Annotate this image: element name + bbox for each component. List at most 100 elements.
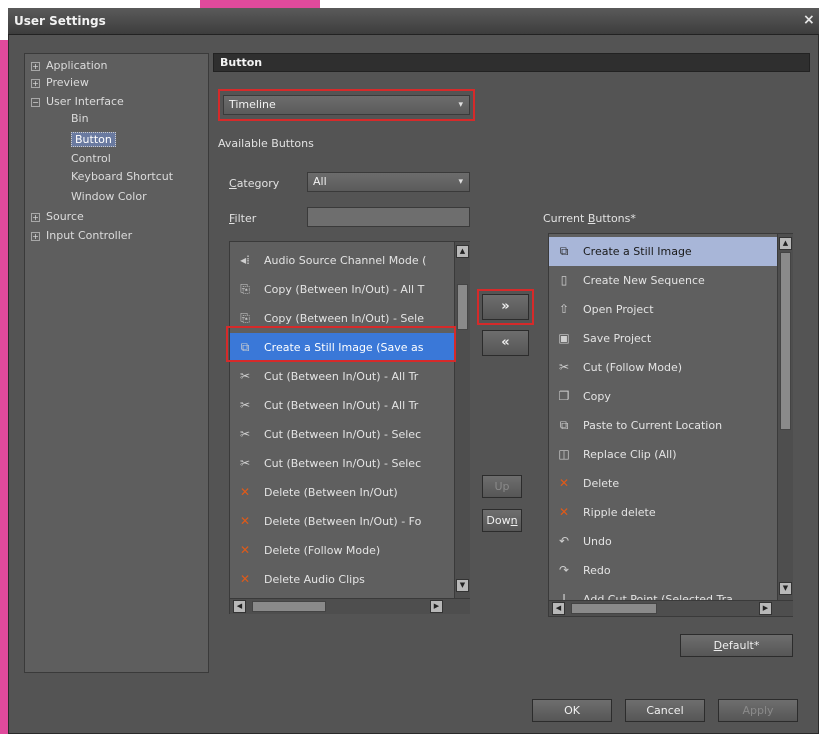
list-item-label: Create New Sequence — [583, 274, 705, 287]
available-buttons-list[interactable]: ✕ Delete Audio Clips ✕ Delete (Follow Mode)… — [229, 241, 470, 614]
available-list-hscrollbar[interactable]: ◀ ▶ — [230, 598, 470, 614]
move-down-accel: n — [510, 514, 518, 527]
list-item[interactable]: ◫ Replace Clip (All) — [549, 440, 777, 469]
current-list-vscrollbar[interactable]: ▲ ▼ — [777, 234, 793, 600]
list-item-label: Delete (Between In/Out) - Fo — [264, 515, 422, 528]
list-item[interactable]: ▯ Create New Sequence — [549, 266, 777, 295]
still-image-icon: ⧉ — [559, 244, 569, 258]
list-item[interactable]: ✕ Ripple delete — [549, 498, 777, 527]
scroll-left-icon[interactable]: ◀ — [552, 602, 565, 615]
tree-item-input-controller[interactable]: + Input Controller — [31, 227, 132, 244]
current-list-hscrollbar[interactable]: ◀ ▶ — [549, 600, 793, 616]
tree-item-source[interactable]: + Source — [31, 208, 84, 225]
selected-item-highlight — [226, 326, 456, 362]
list-item-label: Copy (Between In/Out) - All T — [264, 283, 425, 296]
new-sequence-icon: ▯ — [560, 273, 568, 287]
tree-item-user-interface[interactable]: − User Interface — [31, 93, 124, 110]
scroll-right-icon[interactable]: ▶ — [430, 600, 443, 613]
list-item[interactable]: ↶ Undo — [549, 527, 777, 556]
tree-item-application[interactable]: + Application — [31, 57, 107, 74]
cut-inout-sel-icon: ✂ — [239, 427, 251, 441]
category-select-value: All — [313, 175, 327, 188]
scroll-thumb[interactable] — [457, 284, 468, 330]
delete-icon: ✕ — [558, 476, 570, 490]
category-label-text: ategory — [236, 177, 280, 190]
tree-item-window-color[interactable]: Window Color — [71, 188, 147, 205]
scroll-up-icon[interactable]: ▲ — [779, 237, 792, 250]
scroll-down-icon[interactable]: ▼ — [456, 579, 469, 592]
tree-item-button[interactable]: Button — [71, 131, 116, 148]
default-label: efault* — [722, 639, 760, 652]
tree-item-preview[interactable]: + Preview — [31, 74, 89, 91]
undo-icon: ↶ — [558, 534, 570, 548]
list-item[interactable]: ⎘ Copy (Between In/Out) - All T — [230, 275, 454, 304]
expand-icon[interactable]: + — [31, 61, 40, 71]
scroll-up-icon[interactable]: ▲ — [456, 245, 469, 258]
scroll-thumb[interactable] — [571, 603, 657, 614]
category-select[interactable]: All ▾ — [307, 172, 470, 192]
remove-button[interactable]: « — [482, 330, 529, 356]
list-item[interactable]: ✕ Delete (Between In/Out) — [230, 478, 454, 507]
current-buttons-list[interactable]: ǀAdd Cut Point (Selected Tra↷Redo↶Undo✕R… — [548, 233, 793, 617]
window-title: User Settings — [14, 14, 106, 28]
list-item[interactable]: ❐ Copy — [549, 382, 777, 411]
list-item[interactable]: ⇧ Open Project — [549, 295, 777, 324]
list-item[interactable]: ⧉ Paste to Current Location — [549, 411, 777, 440]
list-item[interactable]: ✂ Cut (Between In/Out) - All Tr — [230, 362, 454, 391]
list-item[interactable]: ✕ Delete Audio Clips — [230, 565, 454, 594]
title-bar — [8, 8, 819, 35]
cut-icon: ✂ — [558, 360, 570, 374]
list-item[interactable]: ✕ Delete (Follow Mode) — [230, 536, 454, 565]
move-down-button[interactable]: Down — [482, 509, 522, 532]
tree-item-label: Preview — [46, 76, 89, 89]
list-item[interactable]: ◂⁞ Audio Source Channel Mode ( — [230, 246, 454, 275]
scroll-thumb[interactable] — [780, 252, 791, 430]
scroll-right-icon[interactable]: ▶ — [759, 602, 772, 615]
add-button-highlight — [477, 289, 534, 325]
settings-tree: + Application + Preview − User Interface Bin Bu… — [24, 53, 209, 673]
list-item[interactable]: ✂ Cut (Between In/Out) - Selec — [230, 449, 454, 478]
tree-item-label: Application — [46, 59, 108, 72]
scroll-thumb[interactable] — [252, 601, 326, 612]
available-list-vscrollbar[interactable]: ▲ ▼ — [454, 242, 470, 598]
ok-button[interactable]: OK — [532, 699, 612, 722]
list-item-label: Paste to Current Location — [583, 419, 723, 432]
default-button[interactable]: Default* — [680, 634, 793, 657]
tree-item-label: Window Color — [71, 190, 147, 203]
list-item[interactable]: ✂ Cut (Between In/Out) - Selec — [230, 420, 454, 449]
expand-icon[interactable]: + — [31, 78, 40, 88]
list-item-label: Ripple delete — [583, 506, 656, 519]
list-item[interactable]: ✕ Delete — [549, 469, 777, 498]
list-item-label: Cut (Follow Mode) — [583, 361, 683, 374]
expand-icon[interactable]: + — [31, 231, 40, 241]
tree-item-keyboard-shortcut[interactable]: Keyboard Shortcut — [71, 168, 173, 185]
list-item[interactable]: ⧉ Create a Still Image — [549, 237, 777, 266]
tree-item-bin[interactable]: Bin — [71, 110, 89, 127]
list-item[interactable]: ✂ Cut (Between In/Out) - All Tr — [230, 391, 454, 420]
collapse-icon[interactable]: − — [31, 97, 40, 107]
tree-item-label: Control — [71, 152, 111, 165]
list-item[interactable]: ✂ Cut (Follow Mode) — [549, 353, 777, 382]
scroll-left-icon[interactable]: ◀ — [233, 600, 246, 613]
list-item-label: Copy (Between In/Out) - Sele — [264, 312, 425, 325]
list-item[interactable]: ✕ Delete (Between In/Out) - Fo — [230, 507, 454, 536]
filter-label: Filter — [229, 212, 256, 225]
move-up-button[interactable]: Up — [482, 475, 522, 498]
list-item-label: Save Project — [583, 332, 652, 345]
speaker-icon: ◂⁞ — [240, 253, 250, 267]
save-project-icon: ▣ — [558, 331, 570, 345]
list-item[interactable]: ↷ Redo — [549, 556, 777, 585]
close-icon[interactable]: × — [803, 12, 815, 28]
move-down-label: Dow — [486, 514, 511, 527]
list-item-label: Delete (Between In/Out) — [264, 486, 398, 499]
expand-icon[interactable]: + — [31, 212, 40, 222]
delete-audio-icon: ✕ — [239, 572, 251, 586]
list-item[interactable]: ▣ Save Project — [549, 324, 777, 353]
tree-item-control[interactable]: Control — [71, 150, 111, 167]
scroll-down-icon[interactable]: ▼ — [779, 582, 792, 595]
apply-button[interactable]: Apply — [718, 699, 798, 722]
cancel-button[interactable]: Cancel — [625, 699, 705, 722]
timeline-select-highlight — [218, 89, 475, 121]
filter-input[interactable] — [307, 207, 470, 227]
tree-item-label: Source — [46, 210, 84, 223]
